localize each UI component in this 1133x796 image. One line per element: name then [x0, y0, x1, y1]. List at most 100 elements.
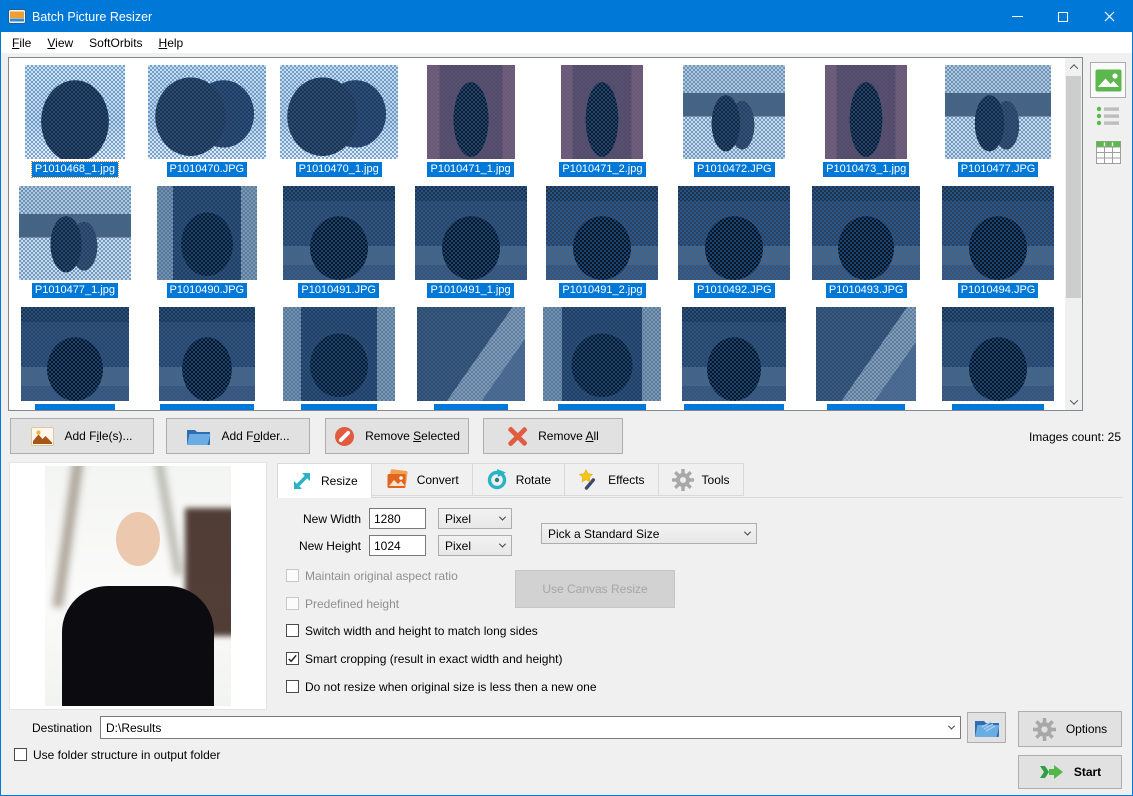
vertical-scrollbar[interactable] [1065, 58, 1082, 410]
add-files-button[interactable]: Add File(s)... [10, 418, 154, 454]
thumbnail-image[interactable] [683, 65, 785, 159]
thumbnail-item[interactable]: P1010472.JPG [668, 58, 800, 179]
destination-combobox[interactable] [100, 716, 961, 739]
maintain-aspect-label: Maintain original aspect ratio [305, 569, 458, 583]
thumbnail-image[interactable] [812, 186, 920, 280]
switch-width-height-checkbox[interactable] [286, 624, 299, 637]
thumbnail-image[interactable] [682, 307, 786, 401]
scrollbar-thumb[interactable] [1066, 76, 1081, 298]
table-view-button[interactable] [1090, 141, 1126, 164]
thumbnail-item[interactable] [405, 300, 537, 411]
remove-selected-label: Remove Selected [365, 429, 460, 443]
thumbnail-image[interactable] [942, 307, 1054, 401]
thumbnail-item[interactable]: P1010492.JPG [668, 179, 800, 300]
image-list[interactable]: P1010468_1.jpg P1010470.JPG P1010470_1.j… [8, 57, 1083, 411]
thumbnail-item[interactable]: P1010468_1.jpg [9, 58, 141, 179]
thumbnail-image[interactable] [283, 307, 395, 401]
thumbnail-item[interactable]: P1010494.JPG [932, 179, 1064, 300]
menu-file[interactable]: File [4, 32, 39, 53]
tab-resize[interactable]: Resize [277, 463, 372, 498]
thumbnail-item[interactable]: P1010470.JPG [141, 58, 273, 179]
thumbnail-item[interactable]: P1010471_1.jpg [405, 58, 537, 179]
tab-tools[interactable]: Tools [659, 463, 744, 496]
thumbnail-item[interactable]: P1010491_1.jpg [405, 179, 537, 300]
predefined-height-label: Predefined height [305, 597, 399, 611]
destination-dropdown-button[interactable] [942, 725, 960, 730]
scroll-down-button[interactable] [1065, 393, 1082, 410]
menu-view[interactable]: View [39, 32, 81, 53]
preview-panel [10, 463, 266, 709]
thumbnail-image[interactable] [561, 65, 643, 159]
thumbnail-image[interactable] [148, 65, 266, 159]
tab-convert[interactable]: Convert [372, 463, 473, 496]
thumbnail-item[interactable] [800, 300, 932, 411]
destination-input[interactable] [101, 721, 942, 735]
thumbnail-item[interactable] [537, 300, 669, 411]
standard-size-select[interactable]: Pick a Standard Size [541, 523, 757, 544]
start-button[interactable]: Start [1018, 755, 1122, 789]
thumbnail-item[interactable]: P1010477.JPG [932, 58, 1064, 179]
thumbnail-image[interactable] [543, 307, 661, 401]
new-width-input[interactable] [369, 508, 426, 529]
thumbnail-item[interactable]: P1010473_1.jpg [800, 58, 932, 179]
thumbnail-image[interactable] [159, 307, 255, 401]
thumbnail-image[interactable] [19, 186, 131, 280]
thumbnail-item[interactable]: P1010477_1.jpg [9, 179, 141, 300]
effects-icon [578, 469, 600, 491]
minimize-button[interactable] [994, 1, 1040, 32]
thumbnail-item[interactable]: P1010490.JPG [141, 179, 273, 300]
file-name-label [434, 404, 508, 410]
maximize-button[interactable] [1040, 1, 1086, 32]
thumbnail-item[interactable] [932, 300, 1064, 411]
remove-all-icon [507, 426, 528, 447]
thumbnail-image[interactable] [942, 186, 1054, 280]
thumbnail-image[interactable] [280, 65, 398, 159]
thumbnail-item[interactable] [668, 300, 800, 411]
menu-help[interactable]: Help [151, 32, 192, 53]
thumbnail-image[interactable] [546, 186, 658, 280]
thumbnail-image[interactable] [427, 65, 515, 159]
thumbnail-item[interactable]: P1010491.JPG [273, 179, 405, 300]
menubar: File View SoftOrbits Help [1, 32, 1132, 53]
thumbnail-image[interactable] [825, 65, 907, 159]
width-unit-select[interactable]: Pixel [438, 508, 512, 529]
list-view-button[interactable] [1090, 105, 1126, 127]
thumbnails-view-button[interactable] [1090, 62, 1126, 98]
remove-all-button[interactable]: Remove All [483, 418, 623, 454]
options-button[interactable]: Options [1018, 711, 1122, 747]
scroll-up-button[interactable] [1065, 58, 1082, 75]
thumbnail-item[interactable] [9, 300, 141, 411]
tab-effects[interactable]: Effects [565, 463, 658, 496]
thumbnail-item[interactable]: P1010491_2.jpg [537, 179, 669, 300]
add-folder-button[interactable]: Add Folder... [166, 418, 310, 454]
browse-folder-button[interactable] [967, 712, 1006, 743]
thumbnail-item[interactable]: P1010470_1.jpg [273, 58, 405, 179]
no-upscale-checkbox[interactable] [286, 680, 299, 693]
standard-size-value: Pick a Standard Size [548, 527, 659, 541]
close-button[interactable] [1086, 1, 1132, 32]
chevron-down-icon [744, 529, 751, 536]
thumbnail-image[interactable] [21, 307, 129, 401]
thumbnail-item[interactable]: P1010471_2.jpg [537, 58, 669, 179]
thumbnail-image[interactable] [283, 186, 395, 280]
thumbnail-item[interactable] [273, 300, 405, 411]
height-unit-select[interactable]: Pixel [438, 535, 512, 556]
thumbnail-item[interactable]: P1010493.JPG [800, 179, 932, 300]
thumbnail-image[interactable] [678, 186, 790, 280]
thumbnail-image[interactable] [157, 186, 257, 280]
new-height-input[interactable] [369, 535, 426, 556]
smart-cropping-checkbox[interactable] [286, 652, 299, 665]
thumbnail-image[interactable] [415, 186, 527, 280]
titlebar: Batch Picture Resizer [1, 1, 1132, 32]
thumbnail-image[interactable] [816, 307, 916, 401]
thumbnail-image[interactable] [25, 65, 125, 159]
new-height-label: New Height [277, 539, 361, 553]
thumbnail-item[interactable] [141, 300, 273, 411]
folder-structure-checkbox[interactable] [14, 748, 27, 761]
thumbnail-image[interactable] [945, 65, 1051, 159]
remove-selected-button[interactable]: Remove Selected [325, 418, 469, 454]
thumbnail-image[interactable] [417, 307, 525, 401]
smart-cropping-label: Smart cropping (result in exact width an… [305, 652, 562, 666]
menu-softorbits[interactable]: SoftOrbits [81, 32, 150, 53]
tab-rotate[interactable]: Rotate [473, 463, 565, 496]
